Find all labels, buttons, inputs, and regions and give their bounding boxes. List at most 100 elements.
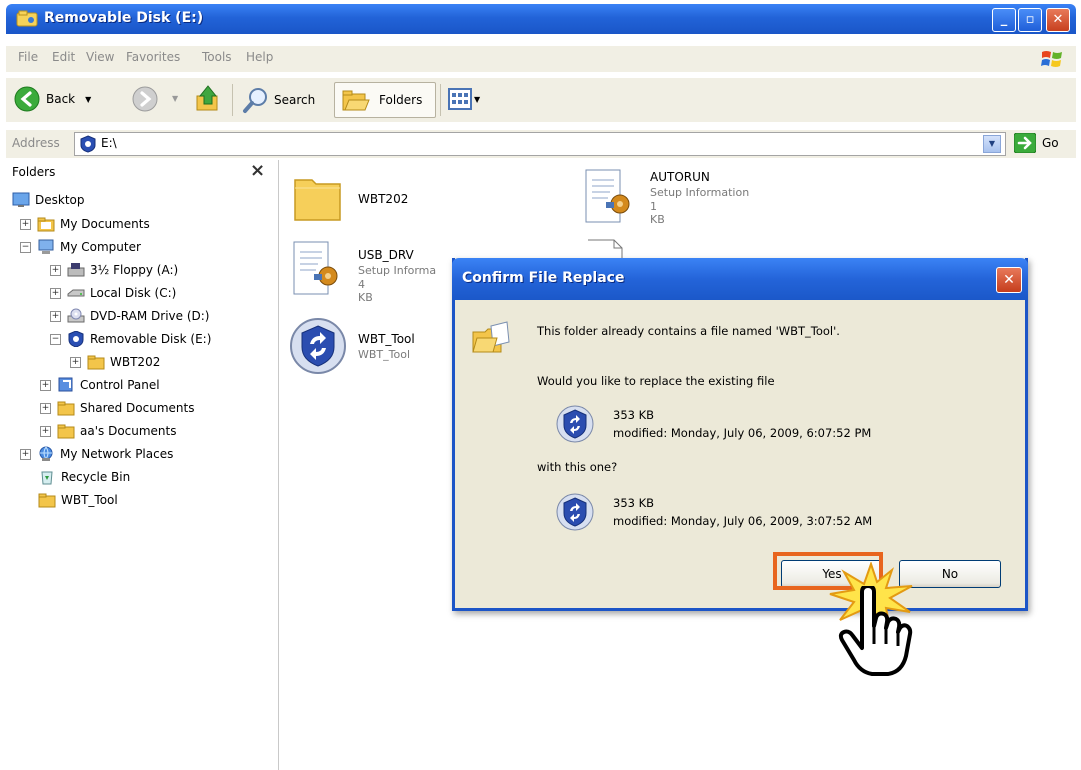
tree-label: My Computer [60, 240, 141, 254]
folder-icon [38, 492, 56, 508]
tree-expander[interactable]: + [40, 402, 51, 414]
views-dropdown-icon: ▼ [474, 94, 481, 104]
tree-expander[interactable]: + [40, 379, 51, 391]
wbt-tool-icon [555, 404, 595, 444]
go-button[interactable]: Go [1014, 133, 1059, 153]
file-name: WBT_Tool [358, 332, 415, 346]
menu-view[interactable]: View [86, 50, 114, 64]
dialog-titlebar[interactable]: Confirm File Replace ✕ [452, 258, 1028, 300]
tree-expander[interactable]: + [50, 310, 61, 322]
tree-item-my-network-places[interactable]: + My Network Places [20, 444, 173, 464]
folder-icon [57, 423, 75, 439]
address-bar: Address E:\ ▼ Go [6, 130, 1076, 158]
file-item-partial[interactable] [586, 236, 636, 260]
dvd-drive-icon [67, 308, 85, 324]
views-button[interactable]: ▼ [448, 88, 480, 110]
back-arrow-icon [14, 86, 40, 112]
tree-expander[interactable]: + [40, 425, 51, 437]
tree-expander[interactable]: − [20, 241, 31, 253]
go-arrow-icon [1014, 133, 1036, 153]
recycle-bin-icon [38, 469, 56, 485]
menu-edit[interactable]: Edit [52, 50, 75, 64]
document-icon [588, 239, 623, 260]
tree-item-control-panel[interactable]: + Control Panel [40, 375, 160, 395]
tree-expander[interactable]: + [50, 264, 61, 276]
new-file-modified: modified: Monday, July 06, 2009, 3:07:52… [613, 514, 873, 528]
wbt-tool-icon [288, 316, 348, 376]
back-button[interactable]: Back ▼ [14, 86, 91, 112]
forward-button[interactable] [132, 86, 158, 112]
folders-button[interactable]: Folders [334, 82, 436, 118]
tree-expander[interactable]: − [50, 333, 61, 345]
forward-arrow-icon [132, 86, 158, 112]
toolbar-separator [440, 84, 441, 116]
window-titlebar[interactable]: Removable Disk (E:) _ ▫ ✕ [6, 4, 1076, 34]
toolbar-separator [232, 84, 233, 116]
menu-help[interactable]: Help [246, 50, 273, 64]
removable-disk-icon [67, 331, 85, 347]
windows-logo-icon [1040, 48, 1064, 70]
tree-label: Shared Documents [80, 401, 195, 415]
folder-icon [57, 400, 75, 416]
floppy-drive-icon [67, 262, 85, 278]
tree-label: Recycle Bin [61, 470, 131, 484]
tree-item-local-disk[interactable]: + Local Disk (C:) [50, 283, 176, 303]
back-dropdown-icon[interactable]: ▼ [85, 95, 91, 104]
tree-item-my-computer[interactable]: − My Computer [20, 237, 141, 257]
tree-label: WBT_Tool [61, 493, 118, 507]
address-input[interactable]: E:\ ▼ [74, 132, 1006, 156]
removable-disk-icon [16, 10, 38, 28]
folder-replace-icon [471, 320, 511, 356]
folder-icon [87, 354, 105, 370]
tree-label: Removable Disk (E:) [90, 332, 212, 346]
tree-label: My Documents [60, 217, 150, 231]
tree-item-desktop[interactable]: Desktop [12, 190, 85, 210]
tree-label: DVD-RAM Drive (D:) [90, 309, 210, 323]
computer-icon [37, 239, 55, 255]
folders-pane-close-button[interactable]: × [250, 160, 265, 181]
minimize-button[interactable]: _ [992, 8, 1016, 32]
file-type: Setup Information [650, 186, 750, 199]
close-button[interactable]: ✕ [1046, 8, 1070, 32]
wbt-tool-icon [555, 492, 595, 532]
tree-item-aas-documents[interactable]: + aa's Documents [40, 421, 177, 441]
tree-item-recycle-bin[interactable]: Recycle Bin [38, 467, 130, 487]
control-panel-icon [57, 377, 75, 393]
menu-favorites[interactable]: Favorites [126, 50, 180, 64]
tree-item-shared-documents[interactable]: + Shared Documents [40, 398, 194, 418]
address-dropdown-icon[interactable]: ▼ [983, 135, 1001, 153]
tree-expander[interactable]: + [50, 287, 61, 299]
up-folder-button[interactable] [194, 84, 222, 114]
menu-bar: File Edit View Favorites Tools Help [6, 46, 1076, 72]
tree-item-dvd-drive[interactable]: + DVD-RAM Drive (D:) [50, 306, 210, 326]
tree-item-wbt202[interactable]: + WBT202 [70, 352, 160, 372]
removable-disk-icon [79, 135, 97, 153]
network-places-icon [37, 446, 55, 462]
search-label: Search [274, 93, 316, 107]
folder-icon [37, 216, 55, 232]
existing-file-modified: modified: Monday, July 06, 2009, 6:07:52… [613, 426, 872, 440]
dialog-close-button[interactable]: ✕ [996, 267, 1022, 293]
file-name: AUTORUN [650, 170, 710, 184]
existing-file-size: 353 KB [613, 408, 655, 422]
tree-label: Local Disk (C:) [90, 286, 177, 300]
folders-pane-title: Folders [12, 165, 56, 179]
file-type: Setup Informa [358, 264, 437, 277]
tree-item-removable-disk[interactable]: − Removable Disk (E:) [50, 329, 211, 349]
tree-item-wbt-tool[interactable]: WBT_Tool [38, 490, 118, 510]
dialog-with-text: with this one? [537, 460, 618, 474]
desktop-icon [12, 192, 30, 208]
tree-expander[interactable]: + [70, 356, 81, 368]
tree-item-my-documents[interactable]: + My Documents [20, 214, 150, 234]
maximize-button[interactable]: ▫ [1018, 8, 1042, 32]
tree-label: Desktop [35, 193, 85, 207]
tree-item-floppy[interactable]: + 3½ Floppy (A:) [50, 260, 178, 280]
forward-dropdown-icon[interactable]: ▼ [172, 94, 178, 103]
tree-label: aa's Documents [80, 424, 177, 438]
search-button[interactable]: Search [242, 86, 315, 114]
hard-drive-icon [67, 285, 85, 301]
tree-expander[interactable]: + [20, 448, 31, 460]
tree-expander[interactable]: + [20, 218, 31, 230]
menu-file[interactable]: File [18, 50, 38, 64]
menu-tools[interactable]: Tools [202, 50, 232, 64]
